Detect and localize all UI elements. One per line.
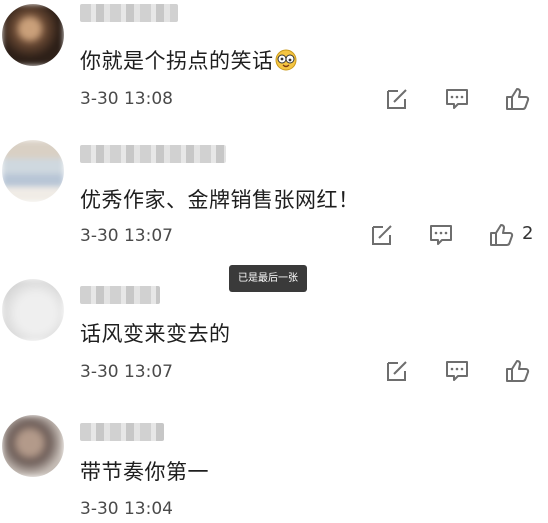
toast-message: 已是最后一张 xyxy=(229,265,307,292)
comment-list: 你就是个拐点的笑话 3-30 13:08 优秀作家、金牌销售张网红！ 3-30 … xyxy=(0,0,548,523)
comment-text: 优秀作家、金牌销售张网红！ xyxy=(80,188,360,212)
watermark-char: 活 xyxy=(489,462,529,508)
comment-timestamp: 3-30 13:04 xyxy=(80,499,173,519)
username-blurred[interactable] xyxy=(80,145,226,163)
avatar[interactable] xyxy=(2,279,64,341)
like-icon[interactable] xyxy=(504,358,530,384)
like-count: 2 xyxy=(522,223,534,244)
comment-icon[interactable] xyxy=(428,222,454,248)
crazy-face-emoji-icon xyxy=(275,49,297,71)
comment-icon[interactable] xyxy=(444,86,470,112)
watermark-logo: 宜 美 生 活 xyxy=(338,462,534,510)
repost-icon[interactable] xyxy=(369,222,395,248)
username-blurred[interactable] xyxy=(80,4,178,22)
like-icon[interactable] xyxy=(488,222,514,248)
avatar[interactable] xyxy=(2,4,64,66)
avatar[interactable] xyxy=(2,140,64,202)
comment-text: 话风变来变去的 xyxy=(80,322,231,346)
comment-text: 带节奏你第一 xyxy=(80,460,209,484)
avatar[interactable] xyxy=(2,415,64,477)
username-blurred[interactable] xyxy=(80,286,160,304)
like-icon[interactable] xyxy=(504,86,530,112)
comment-icon[interactable] xyxy=(444,358,470,384)
username-blurred[interactable] xyxy=(80,423,164,441)
comment-text: 你就是个拐点的笑话 xyxy=(80,45,297,75)
watermark-char: 宜 xyxy=(342,462,382,508)
watermark-char: 美 xyxy=(391,462,431,508)
watermark-char: 生 xyxy=(440,462,480,508)
repost-icon[interactable] xyxy=(384,358,410,384)
repost-icon[interactable] xyxy=(384,86,410,112)
